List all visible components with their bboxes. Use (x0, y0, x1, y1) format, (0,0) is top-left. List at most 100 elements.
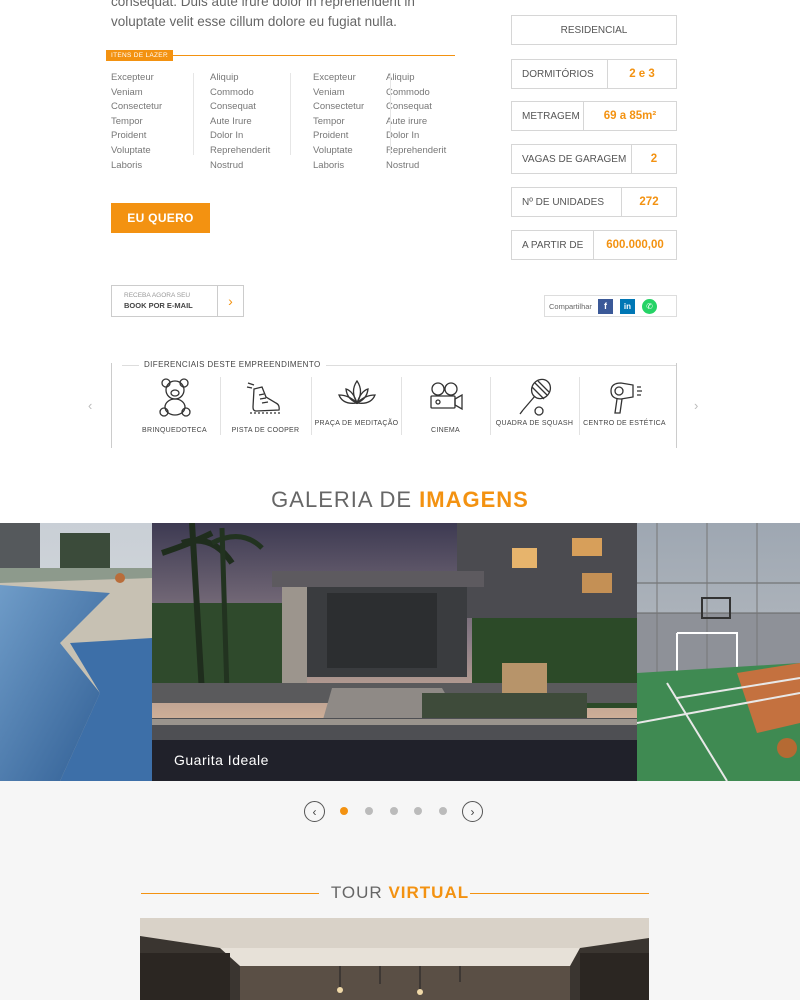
lazer-item: Consectetur (111, 101, 163, 113)
lazer-item: Commodo (210, 86, 254, 98)
gallery-slide-next[interactable] (637, 523, 800, 781)
lazer-item: Veniam (111, 86, 143, 98)
spec-row-metragem: METRAGEM 69 a 85m² (511, 101, 677, 131)
spec-row-vagas: VAGAS DE GARAGEM 2 (511, 144, 677, 174)
lazer-item: Consectetur (313, 101, 365, 113)
whatsapp-icon[interactable]: ✆ (641, 298, 657, 314)
spec-value: 2 e 3 (629, 68, 655, 80)
gallery-dot[interactable] (365, 807, 373, 815)
lazer-item: Reprehenderit (210, 144, 271, 156)
lazer-item: Proident (111, 130, 147, 142)
spec-label: METRAGEM (512, 102, 584, 130)
lazer-item: Veniam (313, 86, 345, 98)
tour-title-plain: TOUR (330, 883, 383, 902)
spec-label: DORMITÓRIOS (512, 60, 608, 88)
teddy-bear-icon (158, 378, 191, 417)
book-email-line1: Receba agora seu (124, 292, 191, 299)
diferencial-label: Brinquedoteca (142, 427, 207, 434)
facebook-icon[interactable]: f (597, 298, 613, 314)
lazer-item: Tempor (313, 115, 345, 127)
spec-row-unidades: Nº DE UNIDADES 272 (511, 187, 677, 217)
gallery-slide-prev[interactable] (0, 523, 152, 781)
gallery-title: GALERIA DE IMAGENS (0, 487, 800, 513)
diferenciais-title: Diferenciais deste empreendimento (139, 360, 326, 369)
spec-value: 272 (639, 196, 659, 208)
diferencial-quadra-squash: Quadra de squash (490, 377, 579, 437)
running-shoe-icon (246, 382, 282, 414)
movie-camera-icon (429, 382, 463, 411)
tour-title-accent: VIRTUAL (388, 883, 470, 902)
diferencial-label: Centro de estética (583, 420, 666, 427)
spec-value: 69 a 85m² (603, 110, 657, 122)
gallery-dot[interactable] (390, 807, 398, 815)
tennis-racket-icon (518, 378, 551, 416)
diferencial-brinquedoteca: Brinquedoteca (130, 377, 219, 437)
lazer-item: Excepteur (111, 72, 154, 83)
image-gallery: Guarita Ideale (0, 523, 800, 781)
diferenciais-next-arrow[interactable]: › (694, 398, 698, 413)
chevron-right-icon[interactable]: › (217, 286, 243, 316)
lazer-item: Nostrud (210, 159, 244, 171)
gallery-caption: Guarita Ideale (152, 740, 637, 781)
book-email-line2: Book por e-mail (124, 301, 193, 310)
tour-title: TOUR VIRTUAL (0, 883, 800, 903)
gallery-next-button[interactable]: › (462, 801, 483, 822)
diferencial-cinema: Cinema (401, 377, 490, 437)
share-bar: Compartilhar f in ✆ (544, 295, 677, 317)
lazer-column: Aliquip Commodo Consequat Aute Irure Dol… (210, 71, 291, 173)
lazer-item: Dolor In (210, 130, 244, 142)
lazer-item: Reprehenderit (386, 144, 447, 156)
intro-paragraph: consequat. Duis aute irure dolor in repr… (111, 0, 415, 29)
lazer-item: Consequat (386, 101, 432, 113)
lazer-item: Proident (313, 130, 349, 142)
virtual-tour-viewer[interactable] (140, 918, 649, 1000)
lazer-item: Commodo (386, 86, 430, 98)
diferencial-label: Cinema (430, 427, 461, 434)
lazer-item: Consequat (210, 101, 256, 113)
diferencial-label: Quadra de squash (495, 420, 574, 427)
gallery-prev-button[interactable]: ‹ (304, 801, 325, 822)
book-email-button[interactable]: Receba agora seu Book por e-mail › (111, 285, 244, 317)
lazer-item: Aute irure (386, 115, 428, 127)
book-email-text: Receba agora seu Book por e-mail (112, 286, 217, 316)
spec-type-label: RESIDENCIAL (560, 24, 628, 36)
spec-label: VAGAS DE GARAGEM (512, 145, 632, 173)
lazer-item: Nostrud (386, 159, 420, 171)
lazer-tag: Itens de lazer (106, 50, 173, 61)
linkedin-icon[interactable]: in (619, 298, 635, 314)
spec-label: Nº DE UNIDADES (512, 188, 622, 216)
spec-type-badge: RESIDENCIAL (511, 15, 677, 45)
column-divider (390, 73, 391, 155)
column-divider (290, 73, 291, 155)
diferencial-pista-cooper: Pista de cooper (221, 377, 310, 437)
sports-court-image (637, 523, 800, 781)
lazer-item: Excepteur (313, 72, 356, 83)
lazer-item: Laboris (313, 159, 345, 171)
lazer-item: Voluptate (111, 144, 151, 156)
gallery-dot[interactable] (439, 807, 447, 815)
diferencial-label: Pista de cooper (231, 427, 300, 434)
lazer-item: Tempor (111, 115, 143, 127)
diferenciais-prev-arrow[interactable]: ‹ (88, 398, 92, 413)
lazer-item: Aute Irure (210, 115, 252, 127)
lazer-list: Excepteur Veniam Consectetur Tempor Proi… (111, 71, 476, 173)
gallery-dot[interactable] (340, 807, 348, 815)
diferencial-praca-meditacao: Praça de meditação (312, 377, 401, 437)
diferencial-centro-estetica: Centro de estética (580, 377, 669, 437)
gallery-slide-active[interactable]: Guarita Ideale (152, 523, 637, 781)
lazer-item: Voluptate (313, 144, 353, 156)
lazer-column: Excepteur Veniam Consectetur Tempor Proi… (291, 71, 386, 173)
gallery-title-accent: IMAGENS (419, 487, 529, 512)
eu-quero-button[interactable]: EU QUERO (111, 203, 210, 233)
diferenciais-panel: Diferenciais deste empreendimento Brinqu… (111, 360, 677, 448)
lazer-item: Dolor In (386, 130, 420, 142)
lotus-icon (337, 379, 376, 405)
spec-value: 2 (650, 153, 658, 165)
lazer-item: Laboris (111, 159, 143, 171)
gallery-dot[interactable] (414, 807, 422, 815)
share-label: Compartilhar (549, 301, 592, 311)
gallery-title-plain: GALERIA DE (271, 487, 413, 512)
interior-image (140, 918, 649, 1000)
lazer-column: Aliquip Commodo Consequat Aute irure Dol… (386, 71, 476, 173)
lazer-item: Aliquip (210, 72, 239, 83)
